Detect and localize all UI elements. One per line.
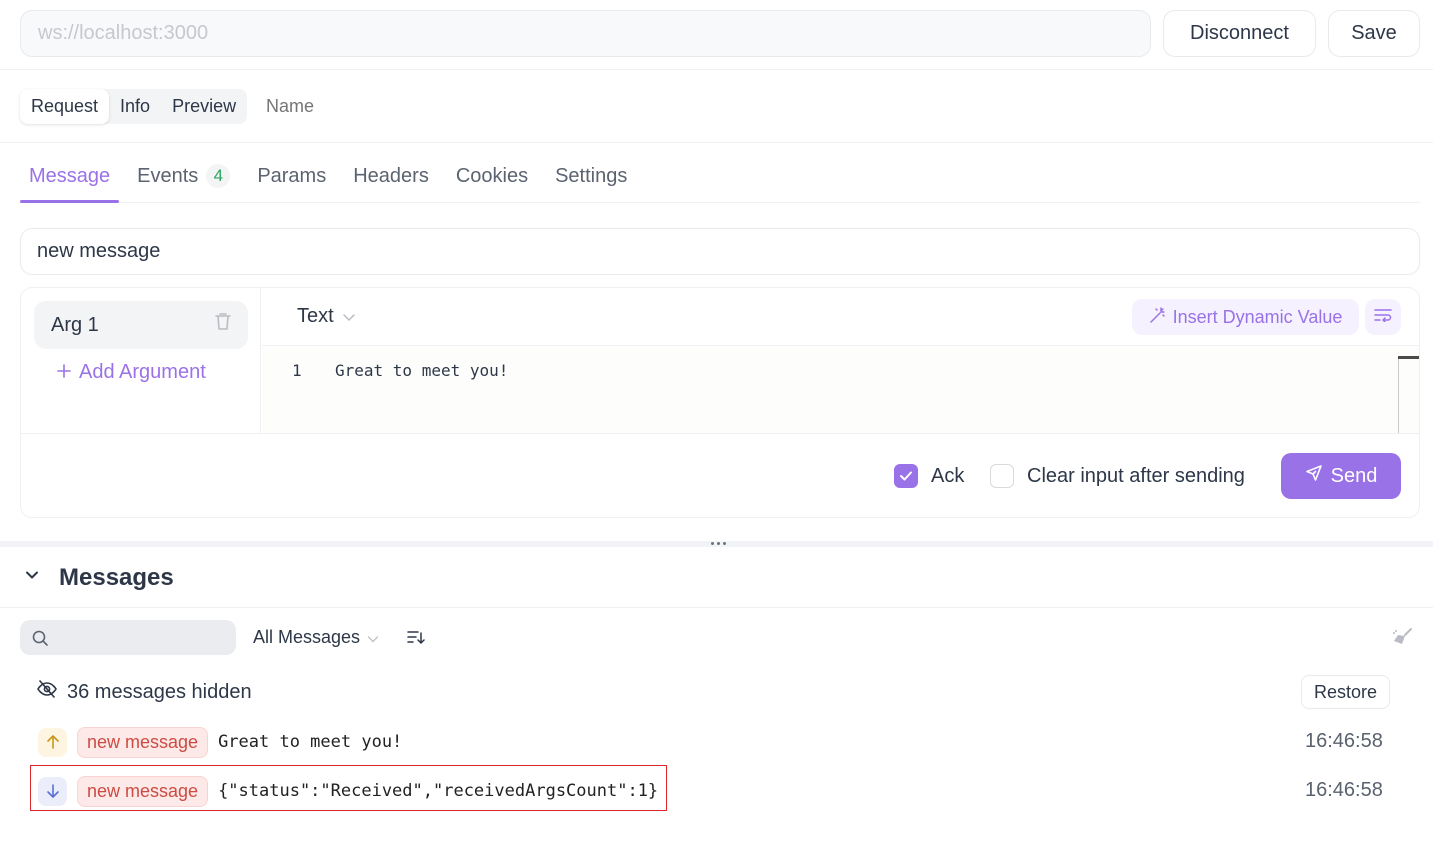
request-tabs: Message Events 4 Params Headers Cookies S…	[20, 150, 1420, 203]
chevron-down-icon	[367, 627, 379, 648]
filter-value: All Messages	[253, 627, 361, 647]
tab-cookies[interactable]: Cookies	[447, 150, 537, 202]
message-row[interactable]: new message Great to meet you!	[38, 726, 402, 758]
request-view-switcher: Request Info Preview	[20, 89, 248, 124]
message-filter-select[interactable]: All Messages	[253, 627, 379, 648]
tab-label: Message	[29, 164, 111, 187]
plus-icon	[57, 361, 71, 384]
content-type-value: Text	[297, 305, 334, 327]
hidden-messages-text: 36 messages hidden	[67, 680, 252, 703]
messages-title: Messages	[59, 564, 174, 591]
save-button[interactable]: Save	[1328, 10, 1420, 57]
tab-message[interactable]: Message	[20, 150, 120, 203]
tab-events[interactable]: Events 4	[128, 150, 239, 202]
sort-icon[interactable]	[407, 629, 425, 650]
tab-label: Headers	[353, 164, 429, 187]
divider	[21, 433, 1419, 434]
add-argument-label: Add Argument	[79, 361, 206, 383]
clear-messages-broom-icon[interactable]	[1391, 627, 1413, 652]
send-button[interactable]: Send	[1281, 453, 1401, 499]
chevron-down-icon	[342, 305, 356, 328]
clear-input-label: Clear input after sending	[1027, 465, 1245, 487]
segment-request[interactable]: Request	[20, 89, 110, 124]
message-payload: {"status":"Received","receivedArgsCount"…	[218, 781, 659, 801]
event-name-pill[interactable]: new message	[77, 726, 209, 758]
clear-input-checkbox[interactable]	[990, 464, 1014, 488]
message-timestamp: 16:46:58	[1305, 779, 1383, 801]
ack-checkbox[interactable]	[894, 464, 918, 488]
eye-off-icon	[37, 680, 57, 704]
code-editor[interactable]: 1 Great to meet you!	[262, 347, 1419, 433]
tab-label: Cookies	[455, 164, 529, 187]
restore-button[interactable]: Restore	[1301, 675, 1390, 709]
disconnect-button[interactable]: Disconnect	[1163, 10, 1316, 57]
url-input[interactable]: ws://localhost:3000	[20, 10, 1151, 57]
tab-label: Events	[137, 164, 199, 187]
check-icon	[900, 471, 912, 481]
request-name-input[interactable]	[266, 94, 466, 118]
ack-label: Ack	[931, 465, 965, 487]
editor-scrollbar[interactable]	[1398, 356, 1399, 433]
insert-dynamic-value-label: Insert Dynamic Value	[1172, 306, 1343, 327]
argument-label: Arg 1	[51, 313, 99, 336]
arguments-pane: Arg 1 Add Argument	[21, 288, 261, 433]
segment-preview[interactable]: Preview	[161, 89, 247, 124]
code-line: Great to meet you!	[335, 361, 509, 380]
message-timestamp: 16:46:58	[1305, 730, 1383, 752]
event-name-pill[interactable]: new message	[77, 775, 209, 807]
tab-label: Settings	[555, 164, 628, 187]
argument-item[interactable]: Arg 1	[34, 301, 248, 349]
resize-dots-icon	[711, 542, 726, 545]
insert-dynamic-value-button[interactable]: Insert Dynamic Value	[1132, 299, 1359, 335]
editor-toolbar: Text Insert Dynamic Value	[262, 288, 1419, 346]
word-wrap-icon	[1374, 308, 1392, 327]
chevron-down-icon[interactable]	[24, 568, 40, 586]
tab-params[interactable]: Params	[248, 150, 335, 202]
message-row[interactable]: new message {"status":"Received","receiv…	[38, 775, 658, 807]
search-icon	[31, 629, 49, 652]
events-count-badge: 4	[206, 164, 231, 188]
hidden-messages-notice: 36 messages hidden	[37, 680, 252, 704]
send-icon	[1305, 464, 1323, 488]
message-editor-card: Arg 1 Add Argument Text Insert Dynamic V…	[20, 287, 1420, 518]
tab-headers[interactable]: Headers	[344, 150, 438, 202]
add-argument-button[interactable]: Add Argument	[57, 361, 206, 384]
messages-header: Messages	[0, 550, 1433, 608]
editor-scroll-thumb[interactable]	[1398, 356, 1419, 359]
tab-label: Params	[257, 164, 327, 187]
message-payload: Great to meet you!	[218, 732, 403, 752]
line-number: 1	[292, 361, 302, 380]
segment-info[interactable]: Info	[109, 89, 161, 124]
send-label: Send	[1330, 464, 1378, 487]
divider	[0, 69, 1433, 70]
messages-search-input[interactable]	[20, 620, 236, 655]
tab-settings[interactable]: Settings	[546, 150, 636, 202]
outgoing-arrow-icon	[38, 727, 67, 757]
divider	[0, 142, 1433, 143]
event-name-input[interactable]: new message	[20, 228, 1420, 275]
content-type-select[interactable]: Text	[297, 305, 356, 328]
magic-wand-icon	[1149, 306, 1167, 329]
trash-icon[interactable]	[214, 312, 232, 338]
word-wrap-button[interactable]	[1365, 299, 1401, 335]
incoming-arrow-icon	[38, 776, 67, 806]
